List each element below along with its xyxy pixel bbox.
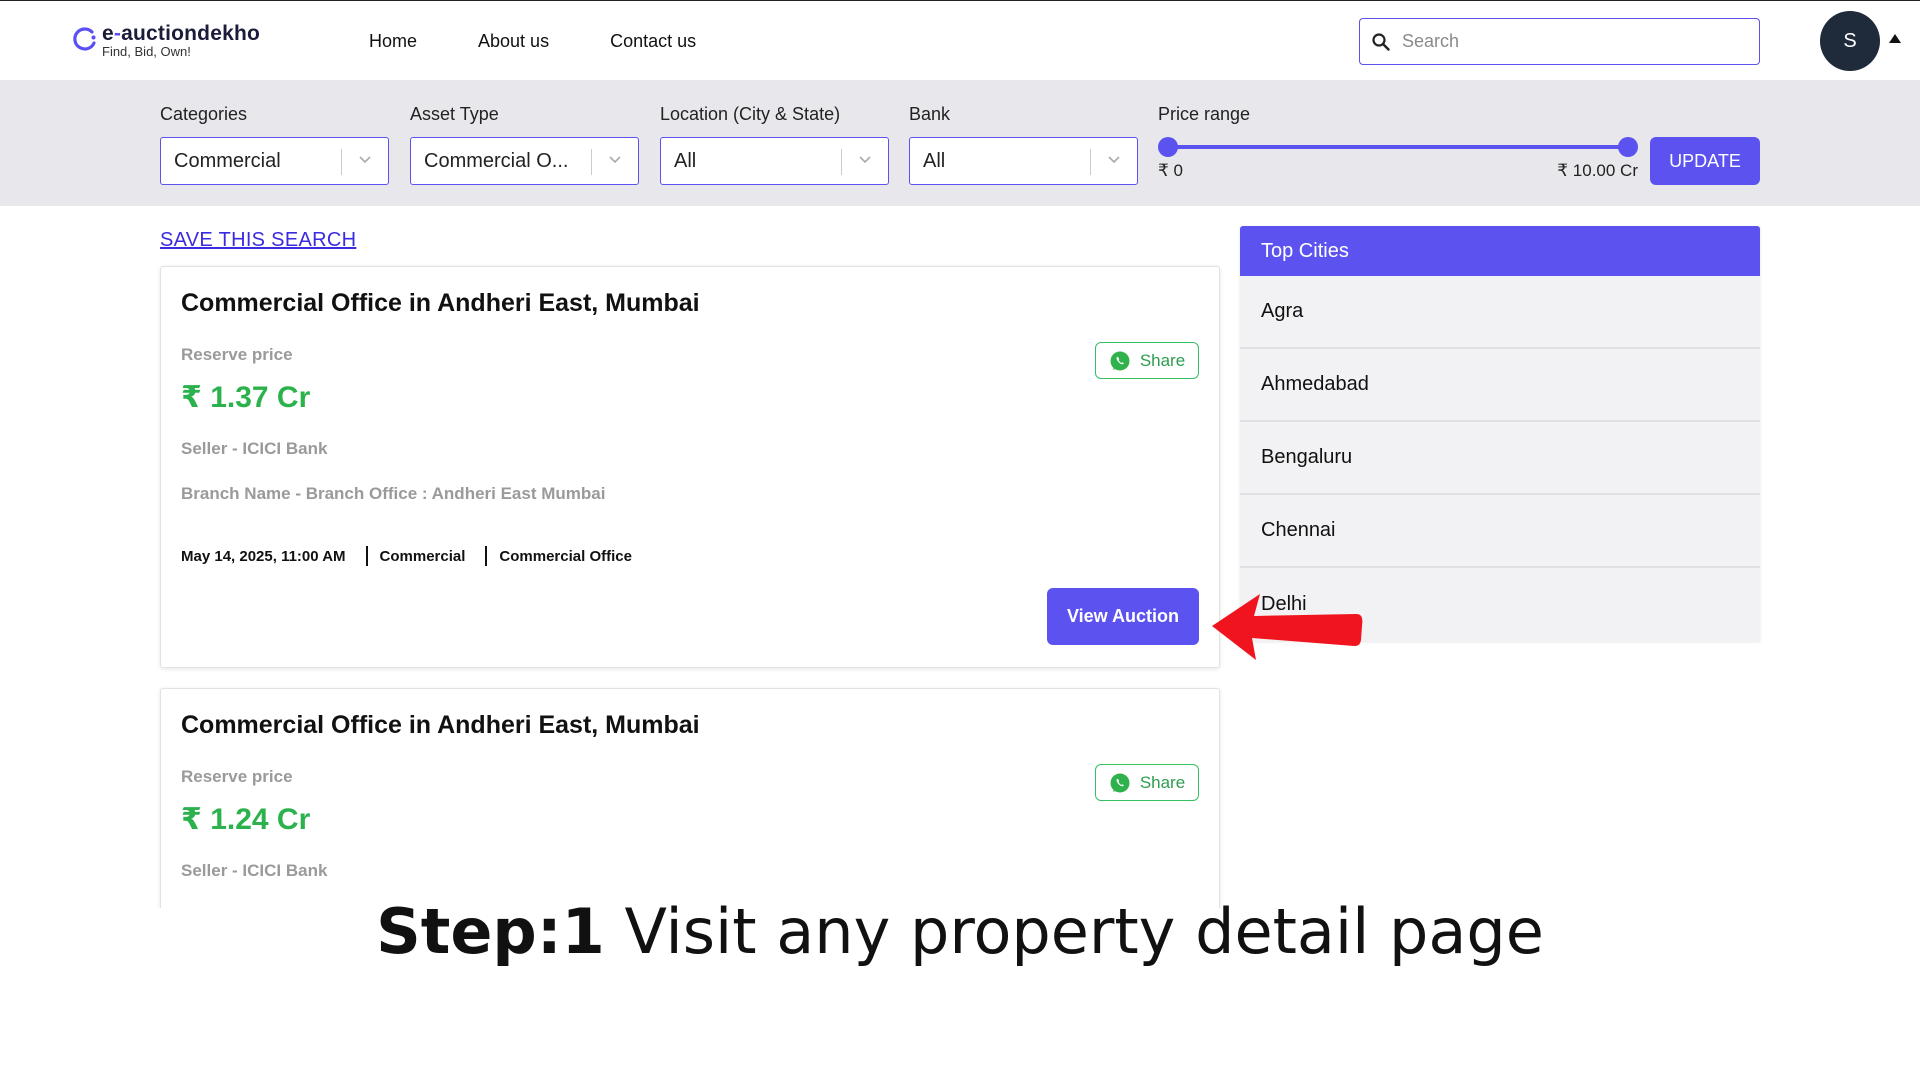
price-values: ₹ 0 ₹ 10.00 Cr (1158, 161, 1638, 181)
view-auction-button[interactable]: View Auction (1047, 588, 1199, 645)
meta-divider (485, 546, 488, 566)
select-divider (341, 149, 342, 175)
filter-label: Asset Type (410, 104, 499, 124)
filter-asset-type: Asset Type Commercial O... (410, 104, 639, 185)
listing-card: Commercial Office in Andheri East, Mumba… (160, 266, 1220, 668)
chevron-down-icon (609, 156, 621, 164)
listing-title[interactable]: Commercial Office in Andheri East, Mumba… (181, 711, 700, 740)
city-item[interactable]: Chennai (1240, 495, 1760, 568)
filter-categories: Categories Commercial (160, 104, 389, 185)
bank-select[interactable]: All (909, 137, 1138, 185)
caption-text: Visit any property detail page (604, 895, 1544, 968)
caret-up-icon[interactable] (1889, 34, 1901, 43)
price-max: ₹ 10.00 Cr (1557, 161, 1638, 180)
logo-icon (73, 27, 96, 51)
filter-label: Categories (160, 104, 248, 124)
chevron-down-icon (859, 156, 871, 164)
red-arrow-icon (1212, 594, 1363, 660)
share-label: Share (1139, 772, 1186, 792)
meta-divider (365, 546, 368, 566)
categories-select[interactable]: Commercial (160, 137, 389, 185)
listing-category: Commercial (379, 547, 466, 565)
price-min: ₹ 0 (1158, 161, 1183, 180)
seller-text: Seller - ICICI Bank (181, 439, 328, 458)
top-header: e-auctiondekho Find, Bid, Own! Home Abou… (0, 0, 1920, 80)
share-label: Share (1139, 350, 1186, 370)
chevron-down-icon (359, 156, 371, 164)
nav-home[interactable]: Home (369, 31, 417, 52)
filter-location: Location (City & State) All (660, 104, 889, 185)
listing-card: Commercial Office in Andheri East, Mumba… (160, 688, 1220, 928)
logo[interactable]: e-auctiondekho Find, Bid, Own! (72, 23, 260, 59)
auction-date: May 14, 2025, 11:00 AM (181, 547, 346, 565)
select-divider (841, 149, 842, 175)
select-value: Commercial O... (424, 149, 569, 172)
listing-title[interactable]: Commercial Office in Andheri East, Mumba… (181, 289, 700, 318)
filter-bank: Bank All (909, 104, 1138, 185)
asset-type-select[interactable]: Commercial O... (410, 137, 639, 185)
reserve-price-label: Reserve price (181, 345, 293, 364)
slider-min-handle[interactable] (1158, 137, 1178, 157)
search-input[interactable] (1402, 31, 1742, 52)
reserve-price-label: Reserve price (181, 767, 293, 786)
main-nav: Home About us Contact us (369, 31, 696, 52)
branch-text: Branch Name - Branch Office : Andheri Ea… (181, 484, 606, 503)
select-value: All (674, 149, 697, 172)
select-value: All (923, 149, 946, 172)
select-divider (591, 149, 592, 175)
seller-text: Seller - ICICI Bank (181, 861, 328, 880)
slider-track (1168, 145, 1628, 149)
filter-label: Bank (909, 104, 951, 124)
caption-step: Step:1 (376, 895, 605, 968)
nav-contact[interactable]: Contact us (610, 31, 696, 52)
search-icon (1372, 32, 1390, 51)
update-button[interactable]: UPDATE (1650, 137, 1760, 185)
whatsapp-icon (1110, 351, 1130, 370)
step-caption: Step:1 Visit any property detail page (0, 895, 1920, 968)
share-button[interactable]: Share (1095, 342, 1199, 379)
search-box[interactable] (1359, 18, 1760, 65)
logo-name: e-auctiondekho (102, 22, 261, 45)
select-divider (1090, 149, 1091, 175)
top-cities-panel: Top Cities Agra Ahmedabad Bengaluru Chen… (1240, 226, 1760, 641)
select-value: Commercial (174, 149, 281, 172)
city-item[interactable]: Agra (1240, 276, 1760, 349)
location-select[interactable]: All (660, 137, 889, 185)
city-item[interactable]: Ahmedabad (1240, 349, 1760, 422)
top-cities-title: Top Cities (1240, 226, 1760, 276)
reserve-price-value: ₹ 1.37 Cr (181, 381, 311, 414)
listing-asset-type: Commercial Office (499, 547, 632, 565)
logo-tagline: Find, Bid, Own! (102, 44, 191, 59)
filter-label: Price range (1158, 104, 1251, 124)
reserve-price-value: ₹ 1.24 Cr (181, 803, 311, 836)
listing-meta: May 14, 2025, 11:00 AM Commercial Commer… (181, 546, 632, 566)
price-range: Price range ₹ 0 ₹ 10.00 Cr (1158, 104, 1638, 181)
price-slider[interactable] (1158, 137, 1638, 157)
nav-about[interactable]: About us (478, 31, 549, 52)
filter-label: Location (City & State) (660, 104, 841, 124)
filter-bar: Categories Commercial Asset Type Commerc… (0, 80, 1920, 206)
avatar[interactable]: S (1820, 11, 1880, 71)
share-button[interactable]: Share (1095, 764, 1199, 801)
save-search-link[interactable]: SAVE THIS SEARCH (160, 229, 356, 252)
chevron-down-icon (1108, 156, 1120, 164)
city-item[interactable]: Bengaluru (1240, 422, 1760, 495)
whatsapp-icon (1110, 773, 1130, 792)
slider-max-handle[interactable] (1618, 137, 1638, 157)
